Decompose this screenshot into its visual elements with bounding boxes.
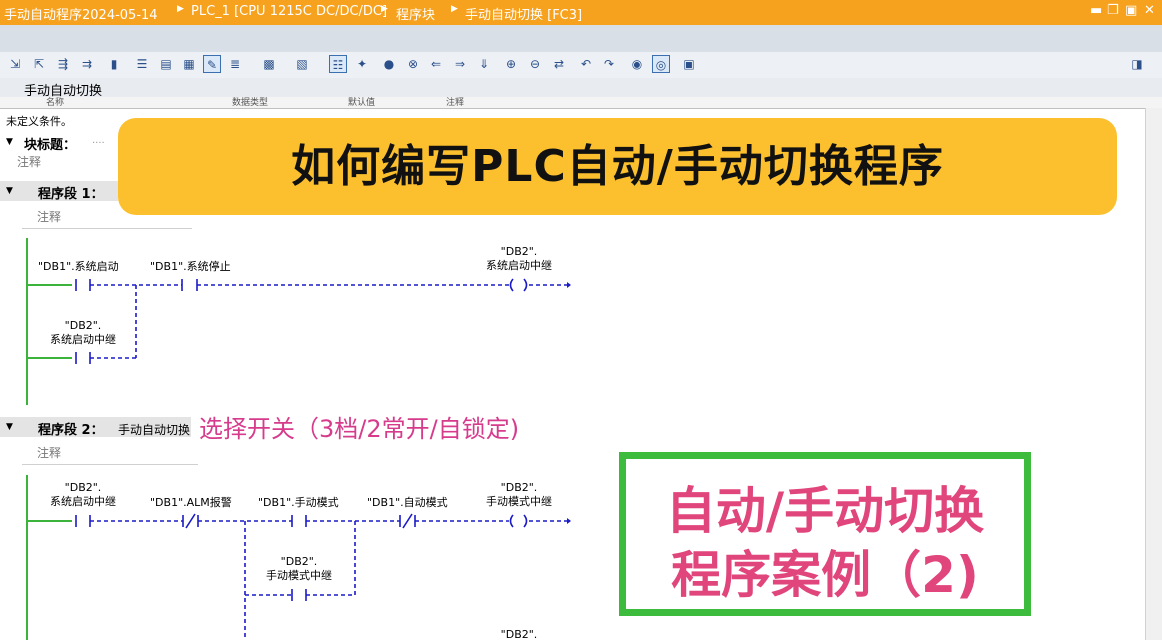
coil-left <box>509 514 514 528</box>
operand-n1-start[interactable]: "DB1".系统启动 <box>38 260 119 274</box>
coil-left <box>509 278 514 292</box>
operand-n2-alm[interactable]: "DB1".ALM报警 <box>150 496 232 510</box>
banner-title: 如何编写PLC自动/手动切换程序 <box>291 141 944 192</box>
case-label-box: 自动/手动切换 程序案例（2) <box>619 452 1031 616</box>
title-banner: 如何编写PLC自动/手动切换程序 <box>118 118 1117 215</box>
coil-right <box>523 278 528 292</box>
operand-n2-relay-name[interactable]: 系统启动中继 <box>46 495 120 509</box>
coil-right <box>523 514 528 528</box>
operand-n1-coil-db[interactable]: "DB2". <box>482 245 556 259</box>
coil-terminals <box>567 282 571 524</box>
contact-alm-slash <box>185 513 196 529</box>
power-rails <box>26 238 72 640</box>
network1-wires <box>75 278 567 364</box>
operand-n2-relay-db[interactable]: "DB2". <box>46 481 120 495</box>
operand-n1-parallel-db[interactable]: "DB2". <box>46 319 120 333</box>
operand-n2-parallel-db[interactable]: "DB2". <box>262 555 336 569</box>
case-label-line2: 程序案例（2) <box>671 546 979 604</box>
operand-n2-coil-db[interactable]: "DB2". <box>482 481 556 495</box>
operand-n1-stop[interactable]: "DB1".系统停止 <box>150 260 231 274</box>
operand-n2-coil-name[interactable]: 手动模式中继 <box>482 495 556 509</box>
operand-n2-manual[interactable]: "DB1".手动模式 <box>258 496 339 510</box>
case-label-line1: 自动/手动切换 <box>665 482 985 540</box>
operand-n1-parallel-name[interactable]: 系统启动中继 <box>46 333 120 347</box>
terminal-arrow <box>567 518 571 524</box>
terminal-arrow <box>567 282 571 288</box>
operand-n2-parallel-name[interactable]: 手动模式中继 <box>262 569 336 583</box>
operand-n1-coil-name[interactable]: 系统启动中继 <box>482 259 556 273</box>
contact-auto-slash <box>402 513 413 529</box>
operand-n2-auto[interactable]: "DB1".自动模式 <box>367 496 448 510</box>
selector-switch-note: 选择开关（3档/2常开/自锁定) <box>199 415 520 443</box>
